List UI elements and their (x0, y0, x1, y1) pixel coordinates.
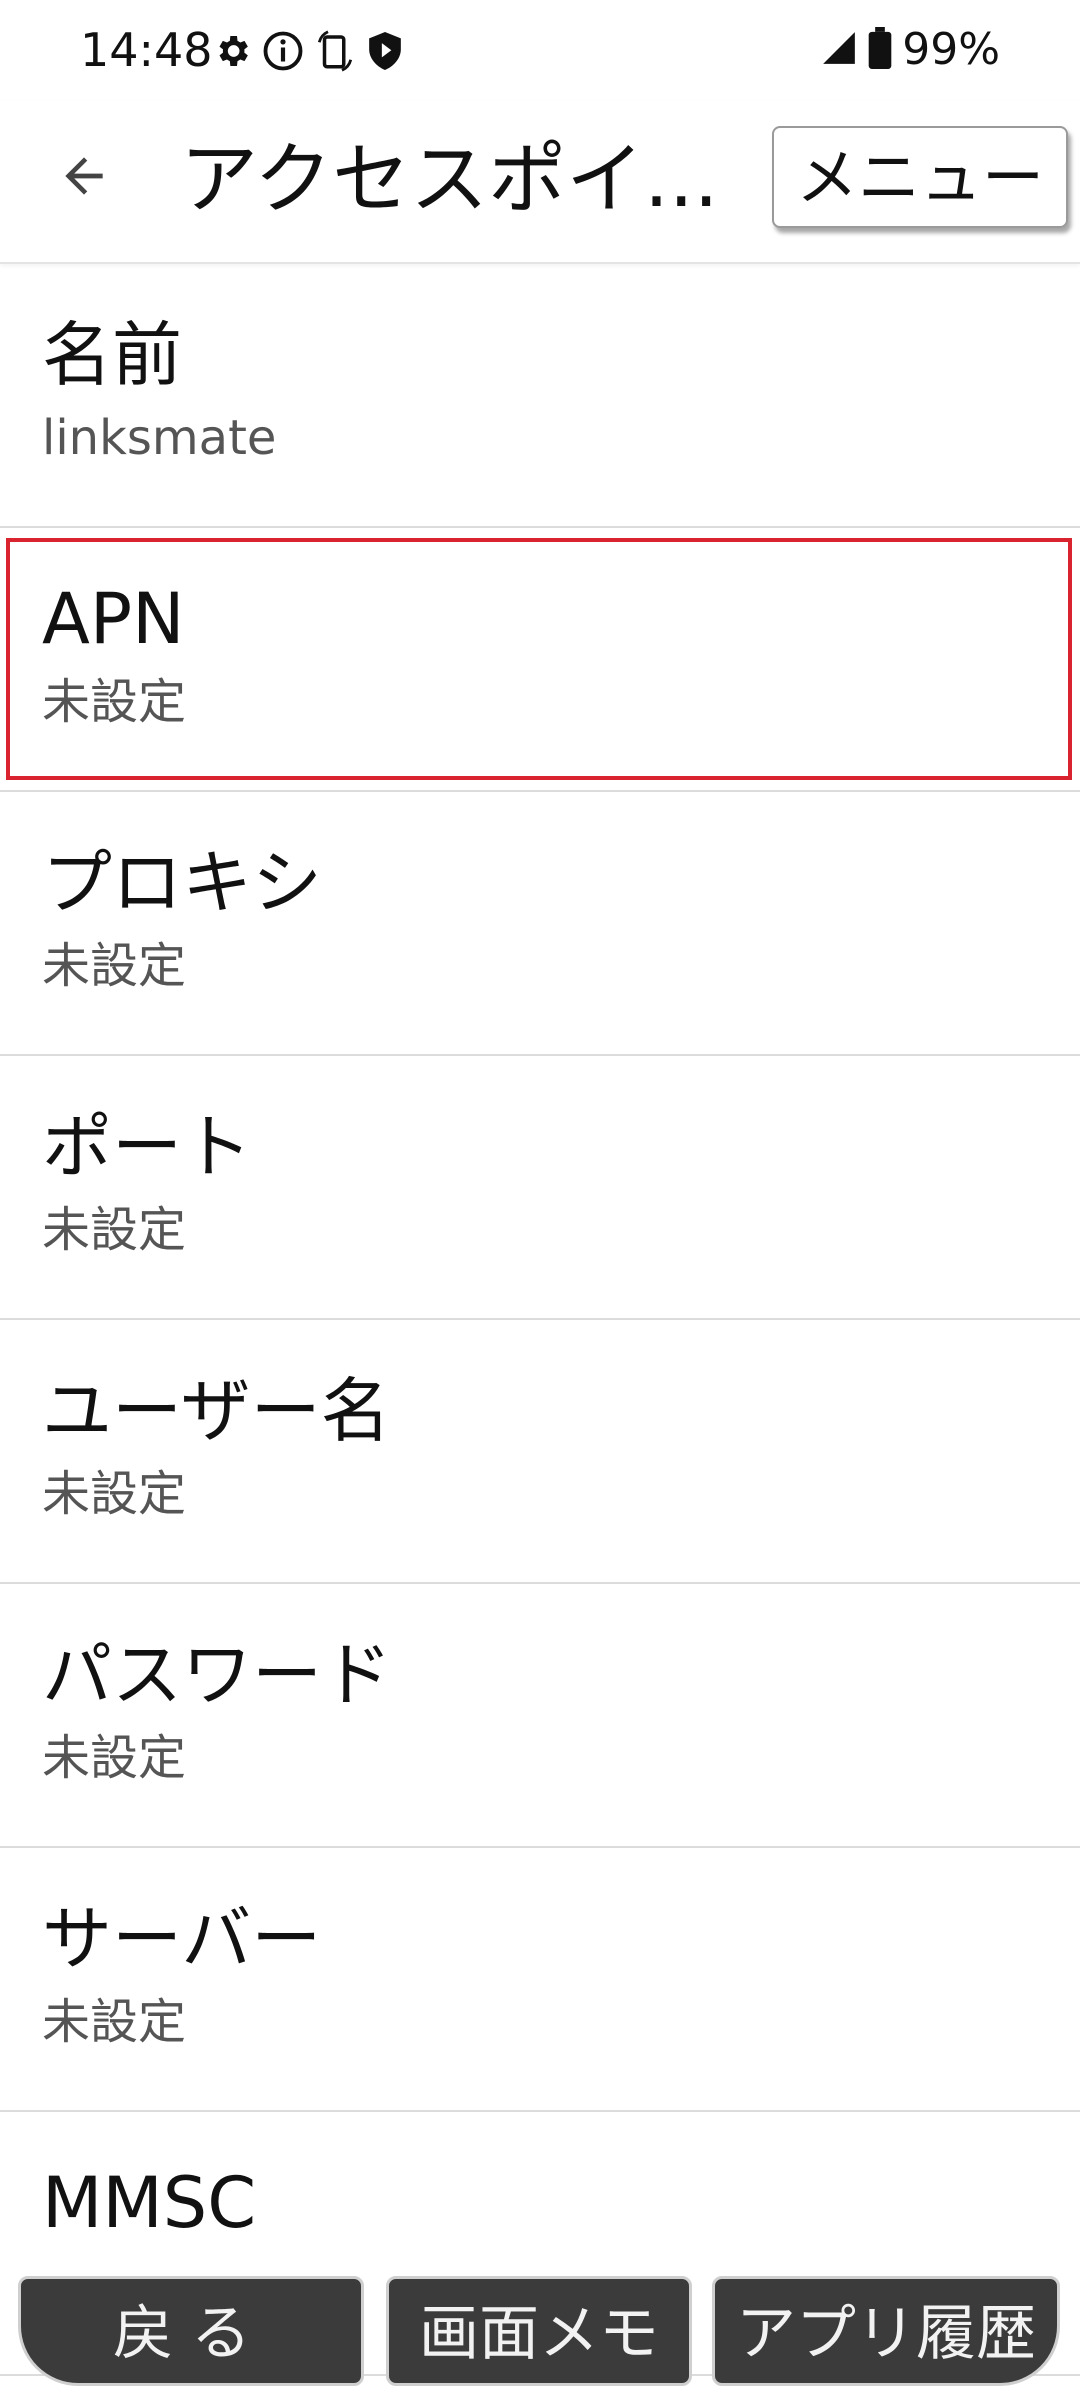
bottom-nav: 戻る 画面メモ アプリ履歴 (0, 2270, 1080, 2400)
shield-icon (366, 30, 404, 72)
pref-item-username[interactable]: ユーザー名 未設定 (0, 1320, 1080, 1584)
pref-summary: 未設定 (42, 938, 187, 994)
pref-summary: linksmate (42, 410, 277, 466)
battery-icon (868, 27, 892, 73)
screen-rotate-icon (314, 28, 356, 74)
screen: 14:48 99% アクセスポイ... メニュー 名前 linksmate AP… (0, 0, 1080, 2400)
page-title: アクセスポイ... (180, 135, 719, 225)
pref-item-name[interactable]: 名前 linksmate (0, 264, 1080, 528)
app-bar: アクセスポイ... メニュー (0, 100, 1080, 264)
pref-item-port[interactable]: ポート 未設定 (0, 1056, 1080, 1320)
status-icons-left (212, 24, 404, 78)
app-history-button[interactable]: アプリ履歴 (712, 2276, 1060, 2386)
pref-title: 名前 (42, 314, 182, 396)
menu-button[interactable]: メニュー (772, 126, 1068, 228)
info-icon (262, 30, 304, 72)
pref-item-server[interactable]: サーバー 未設定 (0, 1848, 1080, 2112)
battery-percent: 99% (902, 24, 1000, 75)
pref-item-password[interactable]: パスワード 未設定 (0, 1584, 1080, 1848)
pref-title: プロキシ (42, 842, 322, 924)
pref-summary: 未設定 (42, 1466, 187, 1522)
signal-icon (820, 29, 858, 71)
status-bar: 14:48 99% (0, 0, 1080, 100)
pref-item-proxy[interactable]: プロキシ 未設定 (0, 792, 1080, 1056)
pref-summary: 未設定 (42, 1730, 187, 1786)
nav-back-button[interactable]: 戻る (18, 2276, 364, 2386)
pref-summary: 未設定 (42, 674, 187, 730)
pref-title: パスワード (42, 1634, 392, 1716)
pref-title: APN (42, 578, 185, 660)
pref-title: ポート (42, 1106, 252, 1188)
status-time: 14:48 (80, 23, 213, 77)
pref-title: ユーザー名 (42, 1370, 391, 1452)
gear-icon (212, 31, 252, 71)
status-right: 99% (820, 20, 1000, 80)
settings-list: 名前 linksmate APN 未設定 プロキシ 未設定 ポート 未設定 ユー… (0, 264, 1080, 2376)
back-arrow-icon (56, 148, 112, 208)
pref-summary: 未設定 (42, 1202, 187, 1258)
pref-summary: 未設定 (42, 1994, 187, 2050)
pref-title: サーバー (42, 1898, 322, 1980)
back-button[interactable] (44, 138, 124, 218)
screen-memo-button[interactable]: 画面メモ (386, 2276, 692, 2386)
pref-item-apn[interactable]: APN 未設定 (0, 528, 1080, 792)
pref-title: MMSC (42, 2162, 257, 2244)
